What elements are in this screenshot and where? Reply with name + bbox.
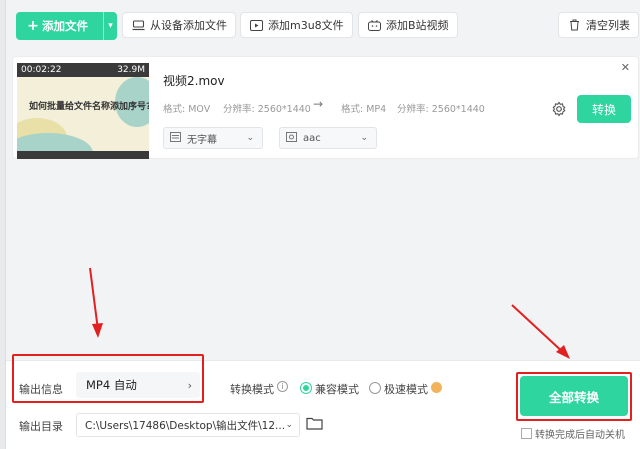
add-m3u8-button[interactable]: 添加m3u8文件 — [240, 12, 353, 38]
thumbnail-info-bar: 00:02:22 32.9M — [17, 63, 149, 77]
chevron-down-icon: ⌄ — [246, 133, 254, 143]
output-dir-value: C:\Users\17486\Desktop\输出文件\12... — [85, 419, 286, 432]
clear-list-button[interactable]: 清空列表 — [558, 12, 639, 38]
thumbnail-title: 如何批量给文件名称添加序号? — [29, 102, 149, 112]
arrow-right-icon: → — [313, 97, 324, 111]
output-dir-select[interactable]: C:\Users\17486\Desktop\输出文件\12... ⌄ — [76, 413, 300, 437]
annotation-box-output-info — [12, 354, 204, 403]
audio-icon — [286, 131, 297, 145]
add-file-label: 添加文件 — [42, 19, 88, 33]
fast-mode-label: 极速模式 — [384, 383, 428, 396]
add-file-button[interactable]: + 添加文件 ▾ — [16, 12, 117, 40]
shutdown-label: 转换完成后自动关机 — [535, 430, 625, 441]
info-icon[interactable]: i — [277, 381, 288, 392]
add-bilibili-label: 添加B站视频 — [386, 19, 449, 32]
radio-compatible-mode[interactable] — [300, 382, 312, 394]
convert-mode-label: 转换模式 — [230, 383, 274, 396]
play-box-icon — [249, 19, 263, 31]
convert-button[interactable]: 转换 — [577, 95, 631, 123]
add-bilibili-button[interactable]: 添加B站视频 — [358, 12, 458, 38]
target-resolution: 分辨率: 2560*1440 — [397, 104, 485, 115]
compatible-mode-label: 兼容模式 — [315, 383, 359, 396]
output-dir-label: 输出目录 — [19, 420, 63, 433]
chevron-down-icon: ⌄ — [360, 133, 368, 143]
source-resolution: 分辨率: 2560*1440 — [223, 104, 311, 115]
plus-icon: + — [27, 18, 39, 34]
vip-badge-icon — [431, 382, 442, 393]
chevron-down-icon[interactable]: ▾ — [103, 12, 117, 40]
file-name: 视频2.mov — [163, 74, 225, 88]
shutdown-checkbox[interactable] — [521, 428, 532, 439]
radio-fast-mode[interactable] — [369, 382, 381, 394]
gear-icon[interactable] — [551, 101, 567, 117]
toolbar: + 添加文件 ▾ 从设备添加文件 添加m3u8文件 添加B站视频 清空列表 — [10, 8, 639, 40]
video-thumbnail[interactable]: 00:02:22 32.9M 如何批量给文件名称添加序号? — [17, 63, 149, 159]
chevron-down-icon: ⌄ — [285, 420, 293, 430]
thumbnail-duration: 00:02:22 — [21, 65, 62, 75]
annotation-box-convert-all — [516, 372, 632, 421]
audio-dropdown[interactable]: aac ⌄ — [279, 127, 377, 149]
file-item-card: 00:02:22 32.9M 如何批量给文件名称添加序号? 视频2.mov 格式… — [12, 56, 639, 159]
close-icon[interactable]: ✕ — [621, 61, 630, 74]
add-m3u8-label: 添加m3u8文件 — [268, 19, 344, 32]
target-format: 格式: MP4 — [341, 104, 387, 115]
trash-icon — [567, 19, 581, 31]
subtitle-icon — [170, 131, 181, 145]
bilibili-icon — [367, 19, 381, 31]
thumbnail-size: 32.9M — [117, 65, 145, 75]
folder-icon[interactable] — [306, 416, 323, 433]
audio-value: aac — [303, 132, 321, 144]
source-format: 格式: MOV — [163, 104, 211, 115]
subtitle-value: 无字幕 — [187, 134, 217, 146]
from-device-label: 从设备添加文件 — [150, 19, 227, 32]
clear-list-label: 清空列表 — [586, 19, 630, 32]
subtitle-dropdown[interactable]: 无字幕 ⌄ — [163, 127, 263, 149]
from-device-button[interactable]: 从设备添加文件 — [122, 12, 236, 38]
device-icon — [131, 19, 145, 31]
